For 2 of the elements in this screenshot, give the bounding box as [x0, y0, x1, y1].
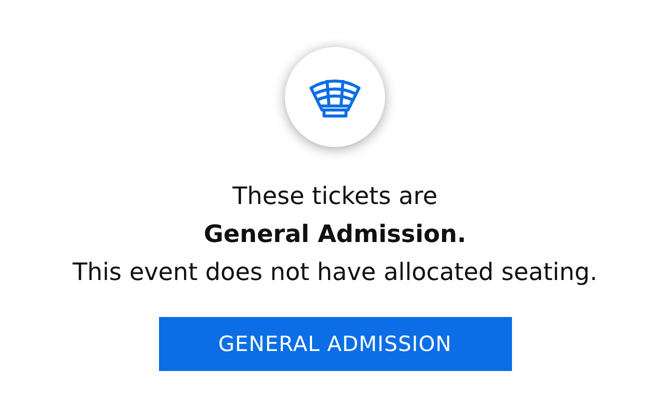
seating-message: These tickets are General Admission. This event does not have allocated seating. [72, 181, 598, 288]
general-admission-button[interactable]: GENERAL ADMISSION [158, 317, 512, 371]
